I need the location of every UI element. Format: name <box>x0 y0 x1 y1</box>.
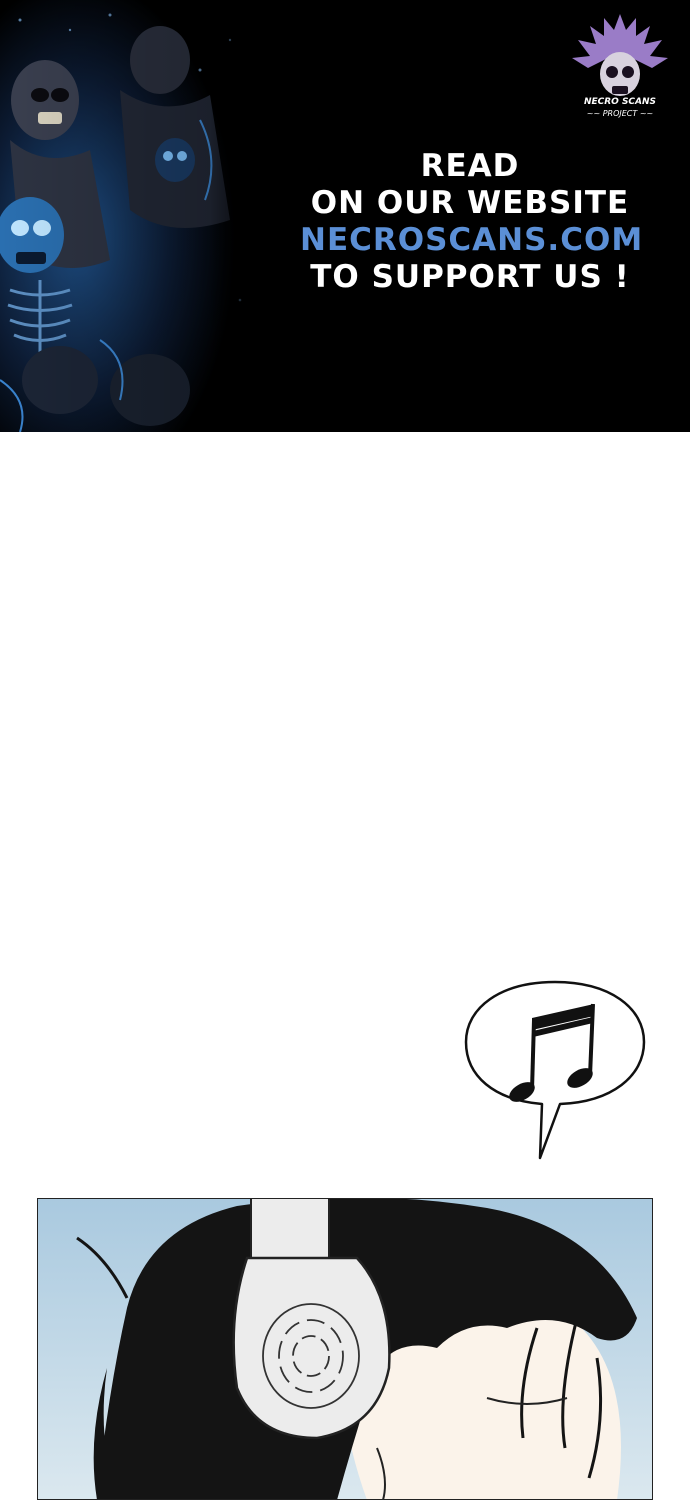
website-link[interactable]: NECROSCANS.COM <box>300 222 642 259</box>
headphones-character-illustration <box>37 1198 653 1500</box>
skull-logo-icon: NECRO SCANS ~~ PROJECT ~~ <box>572 14 668 118</box>
promo-line-website: ON OUR WEBSITE <box>310 185 630 221</box>
svg-text:~~ PROJECT ~~: ~~ PROJECT ~~ <box>587 109 653 118</box>
promo-line-read: READ <box>420 148 520 184</box>
promo-text: READ ON OUR WEBSITE NECROSCANS.COM TO SU… <box>300 148 642 296</box>
speech-bubble <box>464 980 646 1160</box>
promo-banner: NECRO SCANS ~~ PROJECT ~~ READ ON OUR WE… <box>0 0 690 432</box>
promo-line-support: TO SUPPORT US ! <box>310 259 630 295</box>
comic-panel <box>37 1198 653 1500</box>
skeleton-artwork <box>0 0 262 432</box>
svg-text:NECRO SCANS: NECRO SCANS <box>584 97 656 107</box>
